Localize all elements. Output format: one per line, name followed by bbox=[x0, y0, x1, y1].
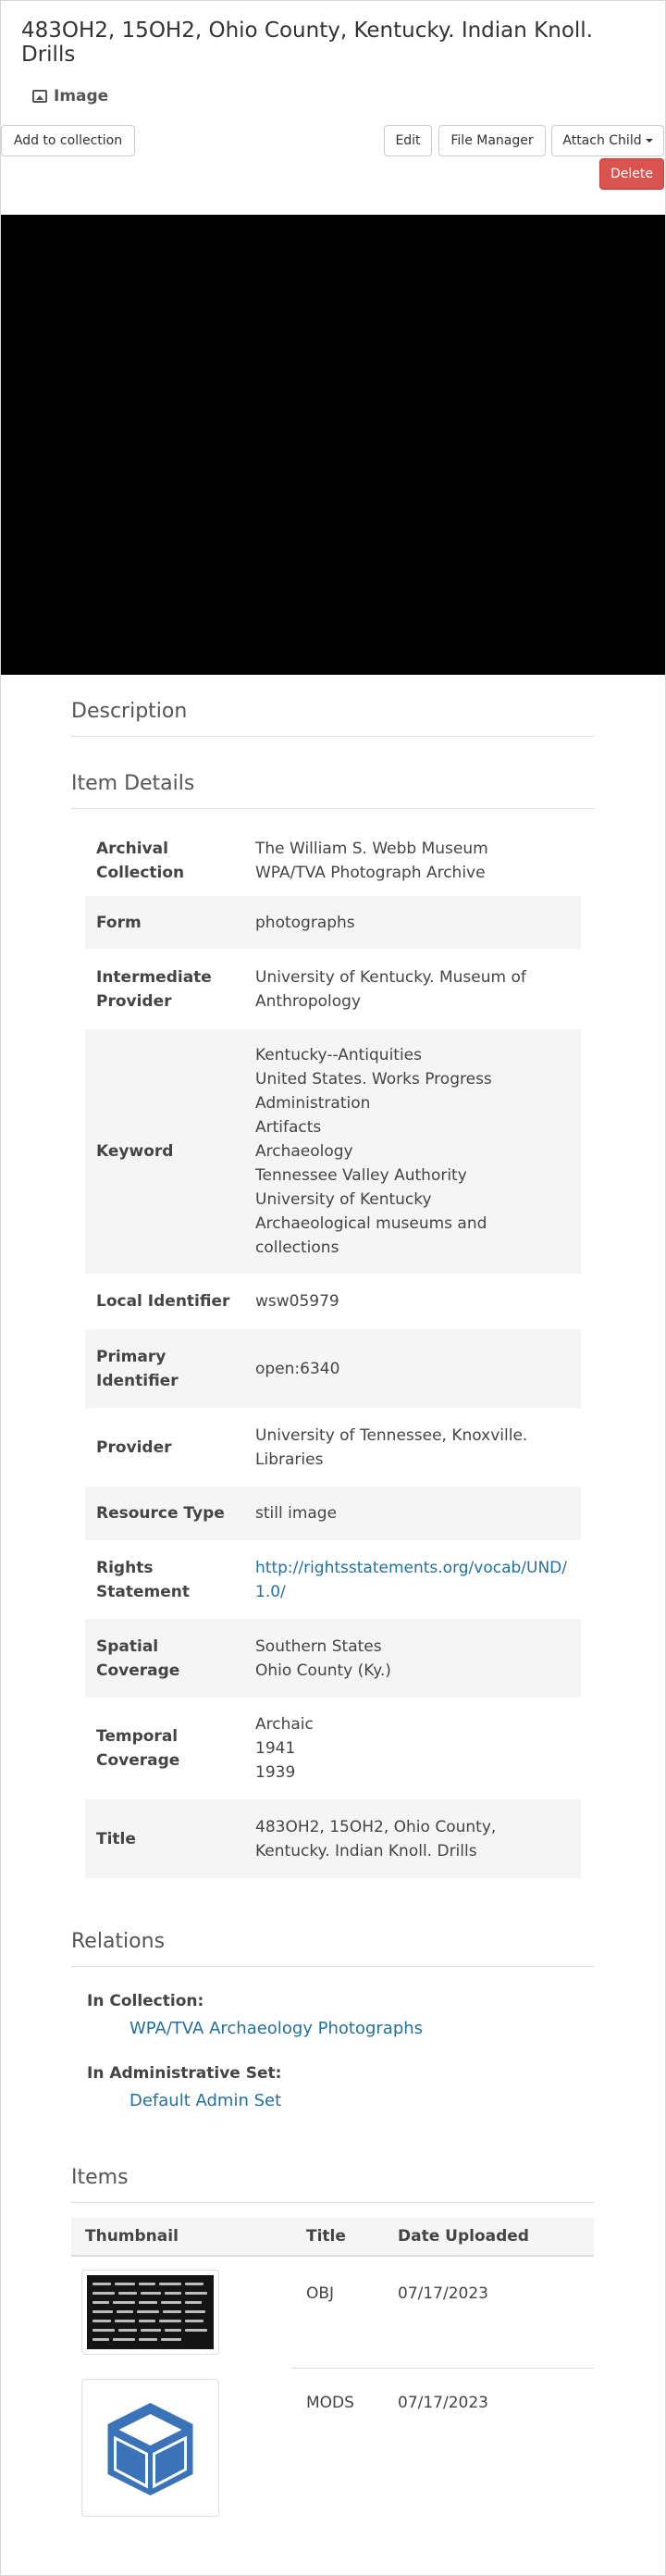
edit-button[interactable]: Edit bbox=[384, 125, 432, 156]
detail-row-form: Form photographs bbox=[85, 896, 581, 949]
detail-value: Kentucky--Antiquities United States. Wor… bbox=[244, 1043, 581, 1260]
detail-row-keyword: Keyword Kentucky--Antiquities United Sta… bbox=[85, 1029, 581, 1274]
detail-value-text: Southern States bbox=[255, 1636, 382, 1656]
file-manager-button[interactable]: File Manager bbox=[438, 125, 546, 156]
detail-label: Resource Type bbox=[96, 1504, 225, 1523]
in-collection-link[interactable]: WPA/TVA Archaeology Photographs bbox=[130, 2019, 423, 2038]
detail-value: photographs bbox=[244, 911, 581, 935]
admin-set-link[interactable]: Default Admin Set bbox=[130, 2091, 281, 2110]
detail-value-text: University of Kentucky. Museum of Anthro… bbox=[255, 967, 526, 1011]
detail-label: Title bbox=[96, 1829, 136, 1848]
item-details-table: Archival Collection The William S. Webb … bbox=[85, 826, 581, 1878]
item-details-heading: Item Details bbox=[71, 772, 594, 809]
description-heading: Description bbox=[71, 700, 594, 737]
item-title-link[interactable]: OBJ bbox=[306, 2284, 334, 2303]
detail-value-text: 1941 bbox=[255, 1739, 296, 1758]
relations-heading: Relations bbox=[71, 1930, 594, 1967]
items-table-header: Thumbnail Title Date Uploaded bbox=[71, 2218, 594, 2257]
detail-label: Intermediate Provider bbox=[96, 967, 212, 1011]
item-date-uploaded: 07/17/2023 bbox=[398, 2394, 488, 2412]
detail-value-text: Tennessee Valley Authority bbox=[255, 1166, 467, 1185]
detail-label: Archival Collection bbox=[96, 840, 185, 882]
detail-value: University of Kentucky. Museum of Anthro… bbox=[244, 965, 581, 1014]
detail-value-text: Ohio County (Ky.) bbox=[255, 1661, 391, 1680]
detail-row-intermediate-provider: Intermediate Provider University of Kent… bbox=[85, 949, 581, 1029]
detail-value: open:6340 bbox=[244, 1357, 581, 1381]
detail-value-text: open:6340 bbox=[255, 1359, 340, 1378]
detail-value-text: Artifacts bbox=[255, 1118, 322, 1137]
detail-value: 483OH2, 15OH2, Ohio County, Kentucky. In… bbox=[244, 1815, 581, 1863]
detail-value-text: photographs bbox=[255, 913, 355, 932]
detail-value-text: Kentucky--Antiquities bbox=[255, 1046, 423, 1064]
detail-value-text: Archaeology bbox=[255, 1142, 353, 1161]
media-viewer[interactable] bbox=[1, 215, 665, 675]
detail-row-resource-type: Resource Type still image bbox=[85, 1487, 581, 1540]
detail-row-spatial-coverage: Spatial Coverage Southern States Ohio Co… bbox=[85, 1619, 581, 1698]
admin-set-label: In Administrative Set: bbox=[87, 2064, 282, 2083]
detail-value: Archaic 1941 1939 bbox=[244, 1712, 581, 1785]
image-icon bbox=[32, 90, 47, 103]
work-type-label: Image bbox=[54, 87, 109, 106]
detail-label: Form bbox=[96, 913, 142, 932]
column-header-date-uploaded: Date Uploaded bbox=[398, 2227, 529, 2246]
detail-row-local-identifier: Local Identifier wsw05979 bbox=[85, 1274, 581, 1329]
detail-value-text: still image bbox=[255, 1504, 338, 1523]
detail-label: Provider bbox=[96, 1437, 172, 1457]
detail-value-text: 483OH2, 15OH2, Ohio County, Kentucky. In… bbox=[255, 1817, 497, 1860]
caret-down-icon bbox=[645, 139, 653, 143]
delete-button[interactable]: Delete bbox=[599, 158, 664, 190]
detail-row-rights-statement: Rights Statement http://rightsstatements… bbox=[85, 1540, 581, 1619]
detail-label: Temporal Coverage bbox=[96, 1727, 180, 1770]
detail-row-temporal-coverage: Temporal Coverage Archaic 1941 1939 bbox=[85, 1698, 581, 1799]
detail-row-primary-identifier: Primary Identifier open:6340 bbox=[85, 1329, 581, 1408]
detail-row-archival-collection: Archival Collection The William S. Webb … bbox=[85, 826, 581, 896]
item-title-link[interactable]: MODS bbox=[306, 2394, 354, 2412]
detail-value: Southern States Ohio County (Ky.) bbox=[244, 1635, 581, 1683]
detail-value-text: WPA/TVA Photograph Archive bbox=[255, 864, 486, 882]
row-divider bbox=[291, 2368, 594, 2369]
column-header-title: Title bbox=[306, 2227, 346, 2246]
items-table: Thumbnail Title Date Uploaded bbox=[71, 2218, 594, 2257]
work-type: Image bbox=[32, 87, 108, 106]
add-to-collection-button[interactable]: Add to collection bbox=[1, 125, 135, 156]
detail-value-text: University of Kentucky bbox=[255, 1190, 432, 1209]
detail-value: University of Tennessee, Knoxville. Libr… bbox=[244, 1424, 581, 1472]
detail-label: Local Identifier bbox=[96, 1292, 230, 1311]
items-heading: Items bbox=[71, 2166, 594, 2203]
detail-label: Rights Statement bbox=[96, 1558, 190, 1601]
attach-child-label: Attach Child bbox=[562, 133, 642, 148]
detail-value: http://rightsstatements.org/vocab/UND/1.… bbox=[244, 1556, 581, 1604]
detail-row-provider: Provider University of Tennessee, Knoxvi… bbox=[85, 1408, 581, 1487]
detail-value-text: 1939 bbox=[255, 1763, 296, 1782]
detail-value-text: United States. Works Progress Administra… bbox=[255, 1070, 492, 1113]
rights-statement-link[interactable]: http://rightsstatements.org/vocab/UND/1.… bbox=[255, 1556, 570, 1604]
in-collection-label: In Collection: bbox=[87, 1992, 204, 2010]
detail-value-text: The William S. Webb Museum bbox=[255, 840, 488, 858]
detail-value-text: Archaeological museums and collections bbox=[255, 1214, 487, 1257]
item-date-uploaded: 07/17/2023 bbox=[398, 2284, 488, 2303]
photo-thumbnail[interactable] bbox=[81, 2270, 219, 2355]
drills-photo-thumbnail-image bbox=[87, 2275, 214, 2349]
detail-label: Keyword bbox=[96, 1142, 174, 1161]
detail-label: Primary Identifier bbox=[96, 1347, 179, 1390]
detail-value: wsw05979 bbox=[244, 1289, 581, 1313]
detail-value-text: Archaic bbox=[255, 1715, 314, 1734]
detail-value-text: University of Tennessee, Knoxville. Libr… bbox=[255, 1425, 528, 1469]
attach-child-button[interactable]: Attach Child bbox=[551, 125, 664, 156]
cube-thumbnail[interactable] bbox=[81, 2379, 219, 2517]
page-title: 483OH2, 15OH2, Ohio County, Kentucky. In… bbox=[21, 19, 593, 67]
detail-value: still image bbox=[244, 1501, 581, 1525]
detail-value-text: wsw05979 bbox=[255, 1292, 339, 1311]
detail-row-title: Title 483OH2, 15OH2, Ohio County, Kentuc… bbox=[85, 1799, 581, 1878]
cube-icon bbox=[107, 2403, 193, 2495]
column-header-thumbnail: Thumbnail bbox=[85, 2227, 179, 2246]
detail-value: The William S. Webb Museum WPA/TVA Photo… bbox=[244, 837, 581, 885]
detail-label: Spatial Coverage bbox=[96, 1636, 180, 1680]
